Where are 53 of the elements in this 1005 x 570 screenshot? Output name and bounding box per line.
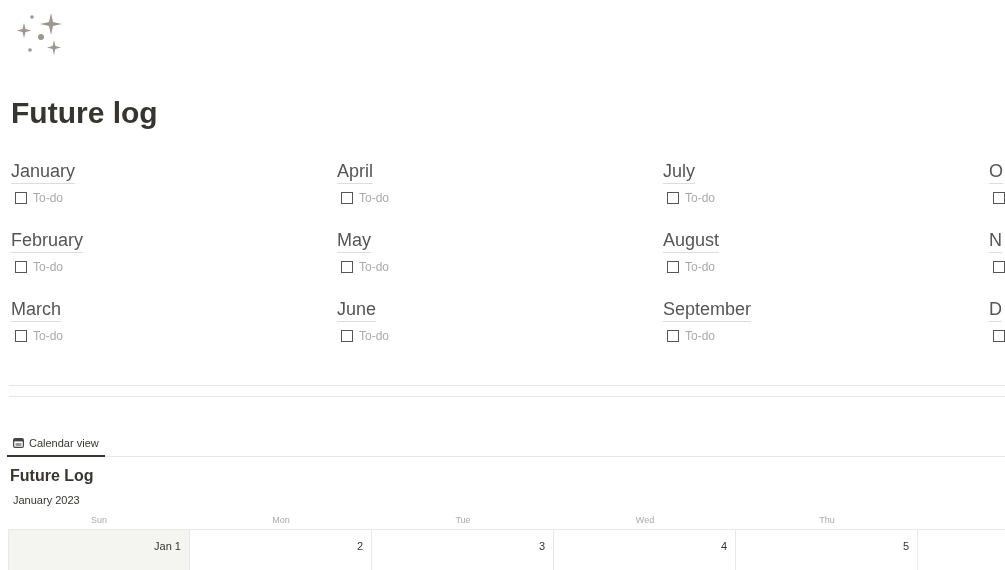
- database-title: Future Log: [10, 466, 95, 486]
- checkbox[interactable]: [341, 192, 353, 204]
- todo-placeholder[interactable]: To-do: [685, 329, 716, 343]
- todo-placeholder[interactable]: To-do: [685, 191, 716, 205]
- day-cell[interactable]: 4: [554, 530, 736, 570]
- weekday-label: Sun: [91, 515, 107, 525]
- month-heading: D: [989, 297, 1002, 322]
- month-heading: O: [989, 159, 1003, 184]
- todo-placeholder[interactable]: To-do: [685, 260, 716, 274]
- month-heading: June: [337, 297, 377, 322]
- weekday-label: Tue: [455, 515, 471, 525]
- checkbox[interactable]: [667, 261, 679, 273]
- month-heading: April: [337, 159, 373, 184]
- month-heading: February: [11, 228, 84, 253]
- month-heading: N: [989, 228, 1002, 253]
- checkbox[interactable]: [15, 261, 27, 273]
- day-number: 3: [538, 540, 545, 552]
- day-cell[interactable]: 3: [372, 530, 554, 570]
- month-heading: September: [663, 297, 752, 322]
- weekday-label: Wed: [635, 515, 655, 525]
- checkbox[interactable]: [993, 330, 1005, 342]
- month-heading: March: [11, 297, 61, 322]
- day-number: Jan 1: [154, 540, 181, 552]
- checkbox[interactable]: [15, 192, 27, 204]
- checkbox[interactable]: [341, 330, 353, 342]
- checkbox[interactable]: [667, 330, 679, 342]
- day-cell[interactable]: 2: [190, 530, 372, 570]
- calendar-icon: [13, 438, 24, 448]
- checkbox[interactable]: [993, 261, 1005, 273]
- todo-placeholder[interactable]: To-do: [359, 329, 390, 343]
- todo-placeholder[interactable]: To-do: [359, 260, 390, 274]
- page-title: Future log: [11, 95, 159, 131]
- weekday-label: Mon: [272, 515, 290, 525]
- todo-placeholder[interactable]: To-do: [359, 191, 390, 205]
- checkbox[interactable]: [341, 261, 353, 273]
- day-number: 4: [720, 540, 727, 552]
- month-label: January 2023: [13, 494, 81, 506]
- checkbox[interactable]: [667, 192, 679, 204]
- weekday-label: Thu: [819, 515, 835, 525]
- day-cell[interactable]: 5: [736, 530, 918, 570]
- checkbox[interactable]: [993, 192, 1005, 204]
- month-heading: August: [663, 228, 720, 253]
- day-number: 2: [356, 540, 363, 552]
- todo-placeholder[interactable]: To-do: [33, 260, 64, 274]
- day-cell[interactable]: Jan 1: [8, 530, 190, 570]
- month-heading: July: [663, 159, 695, 184]
- checkbox[interactable]: [15, 330, 27, 342]
- todo-placeholder[interactable]: To-do: [33, 191, 64, 205]
- todo-placeholder[interactable]: To-do: [33, 329, 64, 343]
- day-number: 5: [902, 540, 909, 552]
- view-tab[interactable]: Calendar view: [7, 433, 105, 457]
- month-heading: January: [11, 159, 76, 184]
- month-heading: May: [337, 228, 371, 253]
